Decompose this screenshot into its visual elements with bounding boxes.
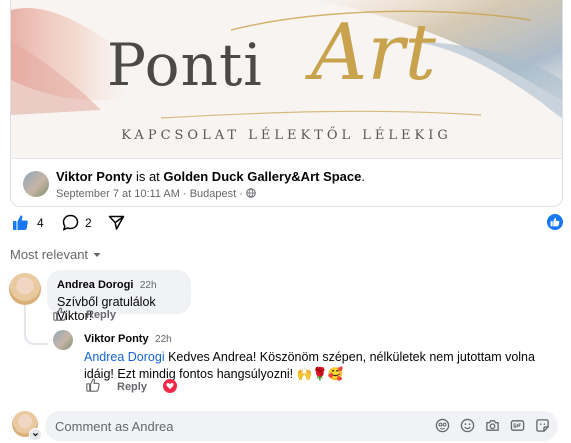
post-image[interactable]: Ponti Art KAPCSOLAT LÉLEKTŐL LÉLEKIG — [11, 0, 562, 158]
checkin-bar: Viktor Ponty is at Golden Duck Gallery&A… — [11, 158, 562, 206]
place-link[interactable]: Golden Duck Gallery&Art Space — [163, 169, 361, 184]
avatar-sticker-button[interactable] — [434, 417, 450, 433]
brand-art: Art — [311, 8, 436, 98]
reply-text-line2: idáig! Ezt mindig fontos hangsúlyozni! — [84, 367, 297, 381]
gif-button[interactable] — [509, 417, 525, 433]
like-outline-icon[interactable] — [53, 307, 67, 321]
brand-tagline: KAPCSOLAT LÉLEKTŐL LÉLEKIG — [121, 128, 452, 143]
author-name-link[interactable]: Viktor Ponty — [56, 169, 132, 184]
post-timestamp[interactable]: September 7 at 10:11 AM — [56, 188, 180, 200]
commenter-avatar[interactable] — [9, 273, 41, 305]
like-thumb-icon — [13, 215, 28, 230]
share-action[interactable] — [108, 214, 125, 231]
love-reaction-badge[interactable] — [163, 379, 177, 393]
author-avatar[interactable] — [23, 171, 49, 197]
post-actions: 4 2 — [12, 214, 563, 234]
send-icon — [108, 215, 125, 230]
sticker-button[interactable] — [534, 417, 550, 433]
like-thumb-icon — [550, 217, 560, 227]
heart-icon — [166, 382, 174, 390]
gif-icon — [510, 419, 524, 431]
camera-button[interactable] — [484, 417, 500, 433]
emoji-button[interactable] — [459, 417, 475, 433]
camera-icon — [485, 419, 499, 431]
composer-icons — [434, 417, 550, 433]
like-outline-icon[interactable] — [86, 378, 100, 392]
reply-button[interactable]: Reply — [117, 381, 147, 393]
chevron-down-icon — [33, 433, 38, 437]
reply-text-line1: Kedves Andrea! Köszönöm szépen, nélkület… — [164, 350, 535, 364]
comment-input-placeholder[interactable]: Comment as Andrea — [55, 419, 174, 434]
meta-separator: · — [236, 188, 246, 200]
profile-switch-button[interactable] — [29, 428, 42, 441]
brand-ponti: Ponti — [107, 31, 263, 99]
comment-text: Szívből gratulálok Viktor! — [57, 295, 156, 323]
comment-count: 2 — [85, 215, 92, 230]
globe-icon — [246, 188, 256, 198]
sort-label: Most relevant — [10, 247, 89, 262]
checkin-meta: September 7 at 10:11 AM · Budapest · — [56, 188, 256, 200]
reply-avatar[interactable] — [53, 330, 73, 350]
mention-link[interactable]: Andrea Dorogi — [84, 350, 165, 364]
sort-dropdown[interactable]: Most relevant — [10, 247, 102, 262]
smiley-icon — [460, 418, 474, 432]
is-at-text: is at — [132, 169, 164, 184]
comment-action[interactable]: 2 — [62, 214, 92, 231]
avatar-sticker-icon — [435, 418, 449, 432]
sticker-icon — [535, 418, 549, 432]
caret-down-icon — [93, 252, 101, 257]
checkin-text: Viktor Ponty is at Golden Duck Gallery&A… — [56, 169, 365, 184]
reply-emojis: 🙌🌹🥰 — [296, 367, 344, 381]
comment-bubble: Andrea Dorogi 22h Szívből gratulálok Vik… — [47, 270, 191, 323]
reply-author[interactable]: Viktor Ponty — [84, 333, 149, 345]
comment-bubble-icon — [62, 214, 79, 231]
reply-bubble: Viktor Ponty 22h Andrea Dorogi Kedves An… — [76, 324, 546, 384]
like-reaction-badge[interactable] — [547, 214, 563, 230]
city-link[interactable]: Budapest — [190, 188, 236, 200]
reply-time[interactable]: 22h — [155, 334, 172, 345]
like-action[interactable]: 4 — [12, 214, 44, 231]
comment-composer[interactable]: Comment as Andrea — [45, 411, 558, 441]
reply-button[interactable]: Reply — [86, 309, 116, 321]
comment-author[interactable]: Andrea Dorogi — [57, 279, 133, 291]
period-text: . — [361, 169, 365, 184]
like-count: 4 — [37, 215, 44, 230]
post-card: Ponti Art KAPCSOLAT LÉLEKTŐL LÉLEKIG Vik… — [10, 0, 563, 207]
thread-line — [24, 305, 48, 345]
meta-separator: · — [179, 188, 190, 200]
comment-time[interactable]: 22h — [140, 280, 157, 291]
